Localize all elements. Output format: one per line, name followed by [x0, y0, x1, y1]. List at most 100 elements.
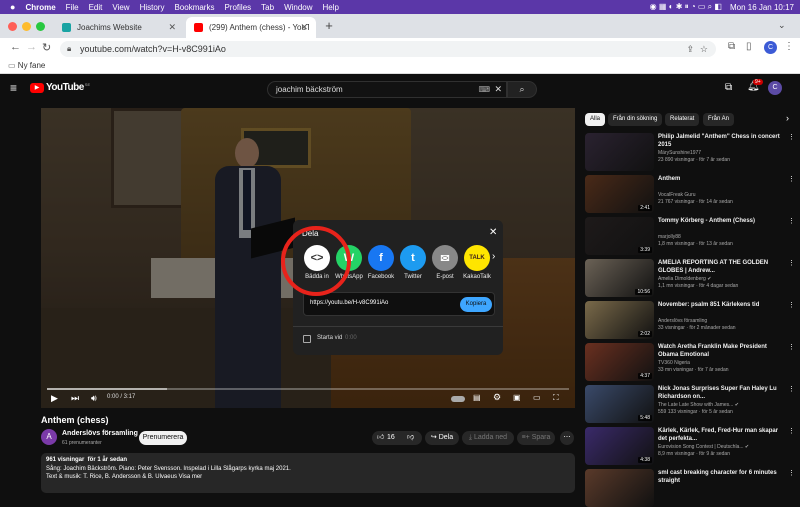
user-avatar[interactable]: C — [768, 81, 782, 95]
kebab-menu-icon[interactable]: ⋮ — [788, 259, 795, 267]
autoplay-toggle[interactable] — [451, 396, 465, 402]
chip-from-channel[interactable]: Från An — [703, 113, 735, 126]
close-icon[interactable]: ✕ — [300, 22, 308, 33]
video-title[interactable]: November: psalm 851 Kärlekens tid — [658, 301, 788, 309]
forward-icon[interactable]: → — [26, 41, 37, 53]
kebab-menu-icon[interactable]: ⋮ — [788, 469, 795, 477]
clear-icon[interactable]: ✕ — [494, 82, 502, 97]
back-icon[interactable]: ← — [10, 41, 21, 53]
video-thumbnail[interactable]: 5:48 — [585, 385, 654, 423]
chip-alla[interactable]: Alla — [585, 113, 606, 126]
create-icon[interactable]: ⧉ — [725, 82, 732, 93]
channel-name[interactable]: MärySunshine1977 — [658, 150, 788, 156]
video-thumbnail[interactable]: 2:02 — [585, 301, 654, 339]
new-tab-button[interactable]: + — [321, 18, 337, 34]
share-target-kakaotalk[interactable]: TALK KakaoTalk — [463, 245, 491, 280]
video-thumbnail[interactable] — [585, 469, 654, 507]
copy-button[interactable]: Kopiera — [460, 297, 492, 312]
reload-icon[interactable]: ↻ — [42, 41, 51, 54]
volume-icon[interactable]: 🔊︎ — [91, 393, 97, 404]
video-title[interactable]: Nick Jonas Surprises Super Fan Haley Lu … — [658, 385, 788, 401]
window-close-button[interactable] — [8, 22, 17, 31]
video-thumbnail[interactable]: 4:38 — [585, 427, 654, 465]
window-minimize-button[interactable] — [22, 22, 31, 31]
kebab-menu-icon[interactable]: ⋮ — [784, 41, 794, 52]
theater-icon[interactable]: ▭ — [533, 393, 541, 402]
share-target-e-post[interactable]: ✉ E-post — [431, 245, 459, 280]
keyboard-icon[interactable]: ⌨ — [478, 82, 490, 97]
settings-gear-icon[interactable]: ⚙ — [493, 392, 501, 403]
next-icon[interactable]: ⏭ — [71, 393, 79, 404]
status-icons[interactable]: ◉ ▦ ◐ ✱ ⏸ ◔ ▭ ⌕ ◧ — [650, 2, 722, 12]
menu-profiles[interactable]: Profiles — [224, 3, 251, 12]
channel-name[interactable]: Anderslövs församling — [62, 430, 138, 437]
tab-search-icon[interactable]: ⌄ — [778, 20, 786, 31]
kebab-menu-icon[interactable]: ⋮ — [788, 217, 795, 225]
kebab-menu-icon[interactable]: ⋮ — [788, 385, 795, 393]
menu-help[interactable]: Help — [323, 3, 339, 12]
channel-name[interactable]: Anderslövs församling — [658, 318, 788, 324]
more-actions-button[interactable]: ⋯ — [560, 431, 574, 445]
menu-bookmarks[interactable]: Bookmarks — [174, 3, 214, 12]
extension-icon[interactable]: ⧉ — [728, 41, 735, 52]
chip-from-search[interactable]: Från din sökning — [608, 113, 663, 126]
video-title[interactable]: Tommy Körberg - Anthem (Chess) — [658, 217, 788, 225]
sidepanel-icon[interactable]: ▯ — [746, 41, 752, 52]
recommended-video[interactable]: 4:37 Watch Aretha Franklin Make President… — [585, 343, 795, 381]
channel-name[interactable]: Eurovision Song Contest | Deutschla... ✔ — [658, 444, 788, 450]
menu-chrome[interactable]: Chrome — [25, 3, 55, 12]
menu-tab[interactable]: Tab — [261, 3, 274, 12]
start-at-checkbox[interactable] — [303, 335, 311, 343]
close-icon[interactable]: ✕ — [168, 22, 176, 33]
kebab-menu-icon[interactable]: ⋮ — [788, 175, 795, 183]
tab-joachims-website[interactable]: Joachims Website ✕ — [54, 17, 184, 38]
menu-file[interactable]: File — [66, 3, 79, 12]
video-title[interactable]: Anthem — [658, 175, 788, 183]
video-thumbnail[interactable]: 2:41 — [585, 175, 654, 213]
recommended-video[interactable]: 5:48 Nick Jonas Surprises Super Fan Haley… — [585, 385, 795, 423]
recommended-video[interactable]: 2:02 November: psalm 851 Kärlekens tid And… — [585, 301, 795, 339]
channel-name[interactable]: Amelia Dimoldenberg ✔ — [658, 276, 788, 282]
video-thumbnail[interactable] — [585, 133, 654, 171]
share-target-twitter[interactable]: t Twitter — [399, 245, 427, 280]
recommended-video[interactable]: sml cast breaking character for 6 minute… — [585, 469, 795, 507]
description-box[interactable]: 961 visningar för 1 år sedan Sång: Joach… — [41, 453, 575, 493]
video-title[interactable]: Kärlek, Kärlek, Fred, Fred-Hur man skapa… — [658, 427, 788, 443]
video-thumbnail[interactable]: 4:37 — [585, 343, 654, 381]
recommended-video[interactable]: Philip Jalmelid "Anthem" Chess in concer… — [585, 133, 795, 171]
tab-youtube[interactable]: (299) Anthem (chess) - YouTub ✕ — [186, 17, 316, 38]
apple-icon[interactable]: ● — [10, 2, 15, 12]
kebab-menu-icon[interactable]: ⋮ — [788, 301, 795, 309]
share-page-icon[interactable]: ⇪ — [686, 41, 694, 57]
menu-window[interactable]: Window — [284, 3, 312, 12]
menu-view[interactable]: View — [112, 3, 129, 12]
channel-name[interactable]: The Late Late Show with James... ✔ — [658, 402, 788, 408]
subtitles-icon[interactable]: ▤ — [473, 393, 481, 402]
kebab-menu-icon[interactable]: ⋮ — [788, 427, 795, 435]
play-icon[interactable]: ▶ — [51, 393, 58, 404]
bookmark-ny-fane[interactable]: ▭ Ny fane — [8, 61, 45, 70]
chip-related[interactable]: Relaterat — [665, 113, 700, 126]
recommended-video[interactable]: 10:56 AMELIA REPORTING AT THE GOLDEN GLOB… — [585, 259, 795, 297]
video-thumbnail[interactable]: 10:56 — [585, 259, 654, 297]
scroll-right-chevron-icon[interactable]: › — [492, 251, 495, 262]
youtube-logo[interactable]: ▶ YouTube SE — [30, 82, 90, 93]
share-link[interactable]: https://youtu.be/H-v8C991iAo — [310, 300, 388, 306]
video-title[interactable]: AMELIA REPORTING AT THE GOLDEN GLOBES | … — [658, 259, 788, 275]
recommended-video[interactable]: 2:41 Anthem VocalFreak Guru 21 767 visninga… — [585, 175, 795, 213]
video-title[interactable]: Philip Jalmelid "Anthem" Chess in concer… — [658, 133, 788, 149]
kebab-menu-icon[interactable]: ⋮ — [788, 133, 795, 141]
recommended-video[interactable]: 3:39 Tommy Körberg - Anthem (Chess) marjol… — [585, 217, 795, 255]
video-thumbnail[interactable]: 3:39 — [585, 217, 654, 255]
channel-name[interactable]: marjolly88 — [658, 234, 788, 240]
channel-name[interactable]: TV360 Nigeria — [658, 360, 788, 366]
video-title[interactable]: Watch Aretha Franklin Make President Oba… — [658, 343, 788, 359]
search-button[interactable]: ⌕ — [507, 81, 537, 98]
thumbs-up-icon[interactable]: 👍︎ — [377, 431, 384, 445]
window-zoom-button[interactable] — [36, 22, 45, 31]
menubar-clock[interactable]: Mon 16 Jan 10:17 — [730, 3, 794, 12]
search-input[interactable]: joachim bäckström ⌨ ✕ — [267, 81, 507, 98]
chips-next-chevron-icon[interactable]: › — [786, 113, 789, 123]
video-title[interactable]: sml cast breaking character for 6 minute… — [658, 469, 788, 485]
close-icon[interactable]: ✕ — [489, 227, 497, 238]
